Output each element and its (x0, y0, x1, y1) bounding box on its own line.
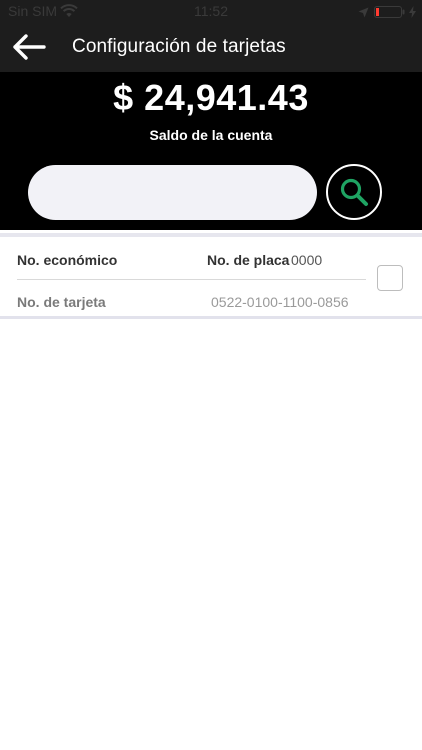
economic-number-label: No. económico (17, 252, 118, 268)
card-select-checkbox[interactable] (377, 265, 403, 291)
card-row-bottom: No. de tarjeta 0522-0100-1100-0856 (17, 294, 367, 316)
card-list-item[interactable]: No. económico No. de placa 0000 No. de t… (0, 233, 422, 319)
balance-header: $ 24,941.43 Saldo de la cuenta (0, 72, 422, 230)
battery-icon (374, 5, 406, 21)
plate-number-value: 0000 (291, 252, 323, 268)
card-number-value: 0522-0100-1100-0856 (211, 294, 349, 310)
row-divider (17, 279, 366, 280)
card-number-label: No. de tarjeta (17, 294, 106, 310)
balance-label: Saldo de la cuenta (149, 127, 273, 143)
page-title: Configuración de tarjetas (72, 36, 286, 57)
magnifier-icon (340, 178, 368, 206)
bolt-icon (409, 5, 416, 21)
search-input[interactable] (28, 165, 317, 220)
card-row-top: No. económico No. de placa 0000 (17, 252, 367, 274)
nav-row: Configuración de tarjetas (0, 22, 422, 72)
arrow-left-icon (13, 34, 46, 60)
location-arrow-icon (358, 5, 369, 21)
back-button[interactable] (12, 34, 46, 60)
search-button[interactable] (326, 164, 382, 220)
navigation-bar: Sin SIM 11:52 Configuración de tarjetas (0, 0, 422, 72)
account-balance: $ 24,941.43 (113, 77, 309, 118)
plate-number-label: No. de placa (207, 252, 290, 268)
status-bar: Sin SIM 11:52 (0, 0, 422, 22)
